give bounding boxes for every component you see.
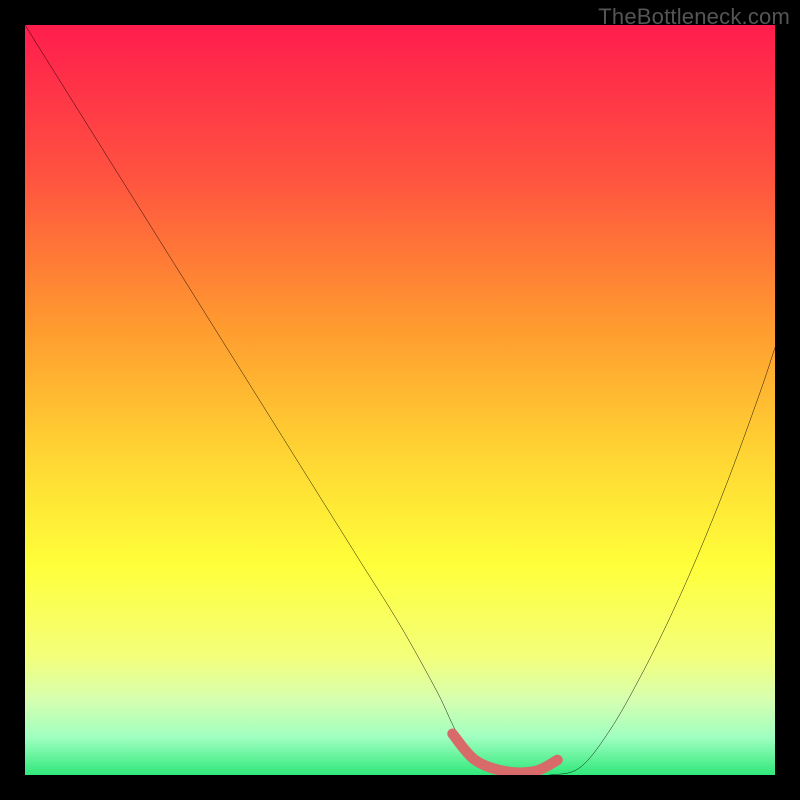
bottleneck-curve: [25, 25, 775, 775]
watermark-text: TheBottleneck.com: [598, 4, 790, 30]
curve-line: [25, 25, 775, 775]
plot-area: [25, 25, 775, 775]
optimal-range-highlight: [453, 734, 558, 773]
chart-frame: TheBottleneck.com: [0, 0, 800, 800]
